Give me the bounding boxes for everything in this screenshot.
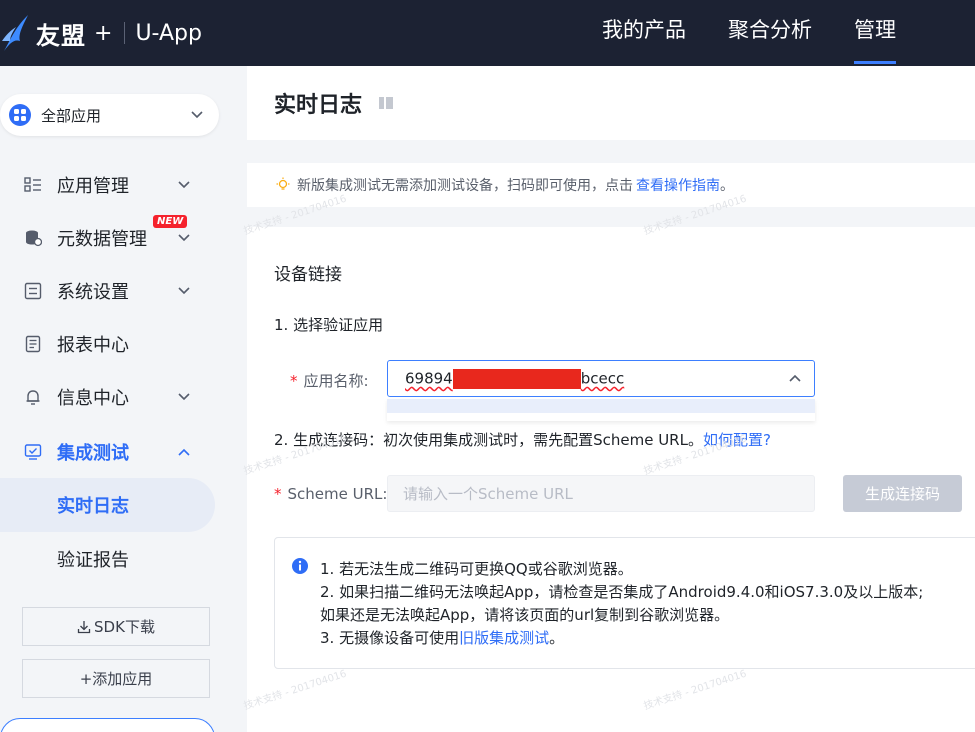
main-content: 实时日志 新版集成测试无需添加测试设备，扫码即可使用，点击 查看操作指南 。 设… bbox=[243, 66, 975, 732]
download-icon bbox=[77, 620, 91, 633]
chevron-down-icon bbox=[178, 287, 190, 295]
sidebar-item-metadata-management[interactable]: 元数据管理 NEW bbox=[0, 215, 246, 258]
bell-icon bbox=[24, 388, 42, 406]
app-selector-label: 全部应用 bbox=[41, 106, 102, 125]
product-name: U-App bbox=[135, 20, 202, 46]
step-2-text: 2. 生成连接码：初次使用集成测试时，需先配置Scheme URL。 bbox=[274, 431, 703, 449]
chevron-up-icon bbox=[789, 374, 801, 382]
top-navigation-bar: 友盟 + U-App 我的产品 聚合分析 管理 bbox=[0, 0, 975, 66]
step-1-label: 1. 选择验证应用 bbox=[274, 316, 384, 334]
app-name-label-text: 应用名称: bbox=[303, 372, 369, 390]
sdk-download-label: SDK下载 bbox=[94, 618, 155, 636]
chevron-down-icon bbox=[178, 181, 190, 189]
required-asterisk: * bbox=[290, 372, 298, 390]
app-name-select[interactable]: 69894 bcecc bbox=[387, 360, 815, 397]
all-apps-icon bbox=[9, 104, 31, 126]
chevron-down-icon bbox=[178, 393, 190, 401]
how-to-configure-link[interactable]: 如何配置? bbox=[703, 431, 771, 449]
sidebar-item-label: 元数据管理 bbox=[57, 229, 147, 250]
nav-aggregate-analysis[interactable]: 聚合分析 bbox=[728, 0, 812, 66]
notice-suffix: 。 bbox=[720, 178, 734, 194]
app-selector[interactable]: 全部应用 bbox=[0, 94, 219, 136]
new-badge: NEW bbox=[153, 215, 188, 228]
sidebar-item-integration-test[interactable]: 集成测试 bbox=[0, 432, 246, 472]
step-2-label: 2. 生成连接码：初次使用集成测试时，需先配置Scheme URL。如何配置? bbox=[274, 429, 771, 450]
tip-line-4: 3. 无摄像设备可使用旧版集成测试。 bbox=[320, 629, 565, 647]
nav-my-products[interactable]: 我的产品 bbox=[602, 0, 686, 66]
nav-management[interactable]: 管理 bbox=[854, 0, 896, 66]
operation-guide-link[interactable]: 查看操作指南 bbox=[636, 175, 720, 195]
scheme-url-label: * Scheme URL: bbox=[274, 485, 387, 503]
report-icon bbox=[24, 335, 42, 353]
required-asterisk: * bbox=[274, 485, 282, 503]
sidebar-item-report-center[interactable]: 报表中心 bbox=[0, 324, 246, 364]
sidebar-bottom-pill[interactable] bbox=[0, 718, 215, 732]
brand-plus: + bbox=[94, 20, 113, 46]
top-nav: 我的产品 聚合分析 管理 bbox=[602, 0, 975, 66]
sidebar-subitem-verification-report[interactable]: 验证报告 bbox=[0, 532, 215, 586]
settings-panel-icon bbox=[24, 282, 42, 300]
lightbulb-icon bbox=[276, 177, 290, 190]
legacy-integration-test-link[interactable]: 旧版集成测试 bbox=[459, 629, 549, 647]
sidebar: 全部应用 应用管理 元数据管理 NEW 系统设置 报表中心 信息中心 集成测试 … bbox=[0, 66, 246, 732]
umeng-logo-icon bbox=[2, 15, 28, 51]
sidebar-item-label: 报表中心 bbox=[57, 335, 129, 356]
tips-box: 1. 若无法生成二维码可更换QQ或谷歌浏览器。 2. 如果扫描二维码无法唤起Ap… bbox=[274, 537, 975, 669]
add-app-button[interactable]: +添加应用 bbox=[22, 659, 210, 698]
brand-divider bbox=[124, 22, 126, 44]
chevron-up-icon bbox=[178, 448, 190, 456]
chevron-down-icon bbox=[178, 234, 190, 242]
page-header: 实时日志 bbox=[247, 66, 975, 140]
redaction-block bbox=[452, 368, 581, 389]
brand-name: 友盟 bbox=[36, 21, 86, 50]
database-icon bbox=[24, 229, 42, 247]
add-app-label: +添加应用 bbox=[79, 670, 153, 688]
monitor-check-icon bbox=[24, 443, 42, 461]
sidebar-item-system-settings[interactable]: 系统设置 bbox=[0, 271, 246, 311]
sidebar-item-label: 系统设置 bbox=[57, 282, 129, 303]
app-dropdown-menu[interactable] bbox=[387, 399, 815, 421]
info-icon bbox=[292, 558, 308, 574]
chevron-down-icon bbox=[191, 111, 203, 119]
generate-code-button[interactable]: 生成连接码 bbox=[843, 475, 962, 512]
section-title: 设备链接 bbox=[274, 265, 342, 285]
sidebar-subitem-realtime-log[interactable]: 实时日志 bbox=[0, 478, 215, 532]
scheme-url-placeholder: 请输入一个Scheme URL bbox=[403, 485, 573, 503]
app-name-label: * 应用名称: bbox=[290, 370, 369, 391]
sidebar-item-label: 应用管理 bbox=[57, 176, 129, 197]
sidebar-item-app-management[interactable]: 应用管理 bbox=[0, 165, 246, 205]
notice-text: 新版集成测试无需添加测试设备，扫码即可使用，点击 bbox=[297, 178, 633, 194]
dropdown-option[interactable] bbox=[387, 399, 815, 413]
page-title: 实时日志 bbox=[274, 93, 363, 118]
tip-line-3: 如果还是无法唤起App，请将该页面的url复制到谷歌浏览器。 bbox=[320, 606, 730, 624]
document-icon[interactable] bbox=[378, 95, 394, 111]
brand-logo[interactable]: 友盟 + U-App bbox=[0, 0, 202, 66]
sidebar-item-label: 集成测试 bbox=[57, 443, 129, 464]
sidebar-item-message-center[interactable]: 信息中心 bbox=[0, 377, 246, 417]
scheme-url-label-text: Scheme URL: bbox=[287, 485, 388, 503]
grid-list-icon bbox=[24, 176, 42, 194]
device-link-panel: 设备链接 1. 选择验证应用 * 应用名称: 69894 bcecc 2. 生成连接… bbox=[247, 227, 975, 732]
app-name-value: 69894 bcecc bbox=[405, 368, 625, 389]
notice-bar: 新版集成测试无需添加测试设备，扫码即可使用，点击 查看操作指南 。 bbox=[247, 163, 975, 207]
tip-line-1: 1. 若无法生成二维码可更换QQ或谷歌浏览器。 bbox=[320, 560, 633, 578]
scheme-url-input[interactable]: 请输入一个Scheme URL bbox=[387, 475, 815, 512]
tip-line-2: 2. 如果扫描二维码无法唤起App，请检查是否集成了Android9.4.0和i… bbox=[320, 583, 924, 601]
sdk-download-button[interactable]: SDK下载 bbox=[22, 607, 210, 646]
sidebar-item-label: 信息中心 bbox=[57, 388, 129, 409]
